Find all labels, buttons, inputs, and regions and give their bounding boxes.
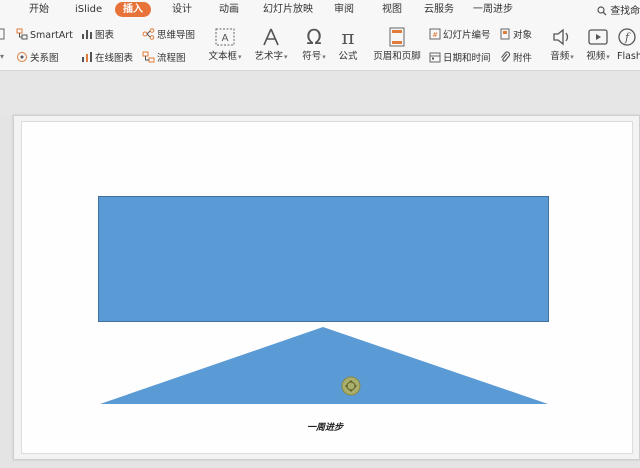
tab-insert[interactable]: 插入 <box>115 2 151 17</box>
chart-button[interactable]: 图表 <box>81 28 114 42</box>
datetime-button[interactable]: 日期和时间 <box>429 51 491 65</box>
attachment-button[interactable]: 附件 <box>499 51 532 65</box>
relation-icon <box>17 52 27 62</box>
online-chart-icon <box>82 52 92 62</box>
chevron-down-icon[interactable]: ▾ <box>0 51 4 63</box>
object-icon <box>500 28 510 40</box>
menu-bar: 开始 iSlide 插入 设计 动画 幻灯片放映 审阅 视图 云服务 一周进步 … <box>0 0 640 20</box>
flowchart-button[interactable]: 流程图 <box>142 51 186 65</box>
tab-design[interactable]: 设计 <box>172 2 192 17</box>
video-label: 视频 <box>586 51 606 62</box>
symbol-label: 符号 <box>302 51 322 62</box>
mindmap-icon <box>142 28 155 40</box>
tab-review[interactable]: 审阅 <box>334 2 354 17</box>
video-button[interactable]: 视频▾ <box>582 26 614 63</box>
header-footer-icon <box>389 27 405 47</box>
ribbon-toolbar: ▾ SmartArt 关系图 图表 在线图表 思维导图 流程图 A 文本框▾ 艺… <box>0 20 640 71</box>
speaker-icon <box>553 28 569 46</box>
tab-slideshow[interactable]: 幻灯片放映 <box>263 2 313 17</box>
wordart-icon <box>263 28 279 46</box>
slide-number-icon: # <box>429 28 441 40</box>
tab-view[interactable]: 视图 <box>382 2 402 17</box>
wordart-label: 艺术字 <box>254 51 283 62</box>
slide-footer-text: 一周进步 <box>306 423 343 433</box>
flash-icon: f <box>618 28 636 46</box>
smartart-button[interactable]: SmartArt <box>16 28 73 42</box>
search-command[interactable]: 查找命 <box>597 2 640 17</box>
pi-icon: π <box>341 25 355 49</box>
textbox-label: 文本框 <box>208 51 237 62</box>
bar-chart-icon <box>82 30 92 39</box>
textbox-button[interactable]: A 文本框▾ <box>208 26 242 63</box>
search-icon <box>597 6 607 16</box>
rectangle-shape[interactable] <box>98 196 549 322</box>
smartart-label: SmartArt <box>30 30 73 41</box>
tab-weekly-progress[interactable]: 一周进步 <box>473 2 513 17</box>
flash-button[interactable]: f Flash <box>617 26 640 63</box>
tab-animation[interactable]: 动画 <box>219 2 239 17</box>
slide-number-label: 幻灯片编号 <box>443 30 491 41</box>
tab-cloud[interactable]: 云服务 <box>424 2 454 17</box>
flowchart-icon <box>142 51 155 63</box>
flash-label: Flash <box>617 51 640 62</box>
video-icon <box>588 29 608 45</box>
audio-label: 音频 <box>550 51 570 62</box>
tab-islide[interactable]: iSlide <box>75 2 102 17</box>
move-handle-icon[interactable] <box>341 376 361 396</box>
header-footer-button[interactable]: 页眉和页脚 <box>370 26 424 63</box>
triangle-shape[interactable] <box>98 326 550 406</box>
smartart-icon <box>16 28 28 40</box>
attachment-label: 附件 <box>513 53 533 64</box>
wordart-button[interactable]: 艺术字▾ <box>252 26 290 63</box>
relation-button[interactable]: 关系图 <box>16 51 59 65</box>
paperclip-icon <box>501 51 511 62</box>
relation-label: 关系图 <box>30 53 59 64</box>
shape-icon-partial[interactable] <box>0 28 6 44</box>
workspace-background <box>0 71 640 115</box>
object-label: 对象 <box>513 30 533 41</box>
object-button[interactable]: 对象 <box>499 28 532 42</box>
online-chart-button[interactable]: 在线图表 <box>81 51 133 65</box>
calendar-icon <box>429 52 441 63</box>
flowchart-label: 流程图 <box>157 53 186 64</box>
header-footer-label: 页眉和页脚 <box>373 51 421 62</box>
slide-number-button[interactable]: # 幻灯片编号 <box>429 28 491 42</box>
mindmap-label: 思维导图 <box>157 30 196 41</box>
symbol-button[interactable]: Ω 符号▾ <box>299 26 329 63</box>
tab-home[interactable]: 开始 <box>29 2 49 17</box>
svg-text:#: # <box>432 31 438 39</box>
svg-text:f: f <box>624 31 631 44</box>
search-label: 查找命 <box>610 6 640 17</box>
formula-label: 公式 <box>338 51 358 62</box>
svg-text:A: A <box>222 33 229 44</box>
datetime-label: 日期和时间 <box>443 53 491 64</box>
textbox-icon: A <box>215 28 235 46</box>
online-chart-label: 在线图表 <box>95 53 134 64</box>
mindmap-button[interactable]: 思维导图 <box>142 28 195 42</box>
omega-icon: Ω <box>306 25 322 49</box>
chart-label: 图表 <box>95 30 115 41</box>
audio-button[interactable]: 音频▾ <box>547 26 577 63</box>
formula-button[interactable]: π 公式 <box>336 26 360 63</box>
